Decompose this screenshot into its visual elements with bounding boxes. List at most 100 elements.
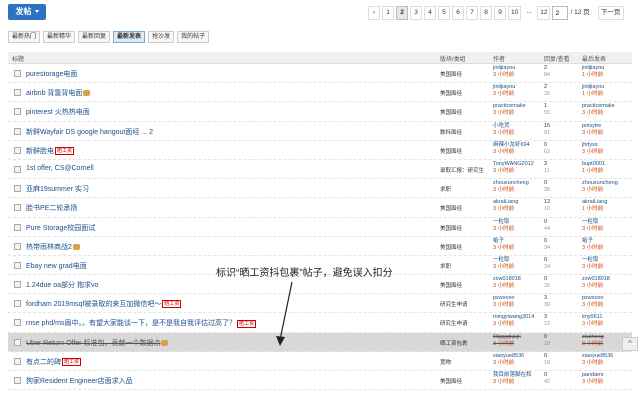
table-row: purestorage电面 美国面经 jinlijiayou 3 小时前 2 84 jinl… xyxy=(8,64,632,84)
last-post[interactable]: 蛤子 3 小时前 xyxy=(582,238,603,252)
last-post[interactable]: pxwxoxo 3 小时前 xyxy=(582,295,603,309)
thread-category[interactable]: 研究生申请 xyxy=(440,319,468,327)
last-post[interactable]: jinlijiayou 1 小时前 xyxy=(582,65,604,79)
tab-5[interactable]: 我的帖子 xyxy=(177,31,210,43)
pager-page-1[interactable]: 1 xyxy=(382,6,394,20)
thread-title-link[interactable]: Pure Storage校园面试 xyxy=(26,223,95,233)
thread-author[interactable]: jinlijiayou 3 小时前 xyxy=(493,65,515,79)
thread-badge: 晒工资 xyxy=(237,319,257,328)
last-post[interactable]: zhouxuncheng 3 小时前 xyxy=(582,180,618,194)
pager-page-3[interactable]: 3 xyxy=(410,6,422,20)
pager-page-4[interactable]: 4 xyxy=(424,6,436,20)
author-name: 小吃货 xyxy=(493,122,510,129)
last-post[interactable]: poisytre 3 小时前 xyxy=(582,123,603,137)
thread-title-link[interactable]: 热带雨林商战2 xyxy=(26,242,80,252)
thread-title-text: purestorage电面 xyxy=(26,71,78,78)
pager-page-5[interactable]: 5 xyxy=(438,6,450,20)
thread-author[interactable]: practicemake 3 小时前 xyxy=(493,103,526,117)
thread-category[interactable]: 美国面经 xyxy=(440,70,462,78)
thread-category[interactable]: 录取汇报：研究生 xyxy=(440,166,484,174)
thread-author[interactable]: 一粒取 3 小时前 xyxy=(493,219,514,233)
last-post[interactable]: jinlijiayou 1 小时前 xyxy=(582,84,604,98)
pager-page-12[interactable]: 12 xyxy=(537,6,551,20)
thread-author[interactable]: 我目前落脚在和 3 小时前 xyxy=(493,372,532,386)
thread-title-link[interactable]: 新鲜脸电 晒工资 xyxy=(26,146,75,156)
thread-title-link[interactable]: pinterest 火热热电面 xyxy=(26,107,90,117)
thread-title-link[interactable]: 狗家Resident Engineer店面求入品 xyxy=(26,376,133,386)
last-post[interactable]: zlczhong 3 小时前 xyxy=(582,334,604,348)
thread-title-link[interactable]: 1.24due oa部分 抱求vo xyxy=(26,280,98,290)
pager-prev-button[interactable]: ‹ xyxy=(368,6,380,20)
thread-title-link[interactable]: purestorage电面 xyxy=(26,69,77,79)
scroll-top-button[interactable]: ^ xyxy=(622,337,638,351)
pager-next-button[interactable]: 下一页 xyxy=(597,6,624,20)
thread-author[interactable]: zhouxuncheng 3 小时前 xyxy=(493,180,529,194)
thread-category[interactable]: 宽物 xyxy=(440,358,451,366)
thread-title-link[interactable]: Uber Return Offer 标准包，贡献一个数据点 xyxy=(26,338,169,348)
last-post[interactable]: jhdyss 3 小时前 xyxy=(582,142,603,156)
thread-category[interactable]: 美国面经 xyxy=(440,147,462,155)
last-post[interactable]: bupt0001 1 小时前 xyxy=(582,161,605,175)
thread-category[interactable]: 数科面经 xyxy=(440,128,462,136)
last-post[interactable]: 一粒取 3 小时前 xyxy=(582,257,603,271)
thread-category[interactable]: 求职 xyxy=(440,185,451,193)
tab-1[interactable]: 最新精华 xyxy=(43,31,76,43)
last-post[interactable]: zxw018018 3 小时前 xyxy=(582,276,610,290)
thread-title-link[interactable]: airbnb 背靠背电面 xyxy=(26,88,91,98)
post-button[interactable]: 发帖 xyxy=(8,4,46,20)
tab-4[interactable]: 抢沙发 xyxy=(148,31,175,43)
thread-author[interactable]: jinlijiayou 3 小时前 xyxy=(493,84,515,98)
last-post[interactable]: pandami 3 小时前 xyxy=(582,372,603,386)
pager-page-10[interactable]: 10 xyxy=(508,6,522,20)
thread-category[interactable]: 美国面经 xyxy=(440,224,462,232)
replies-value: 3 xyxy=(544,295,548,302)
tab-2[interactable]: 最新回复 xyxy=(78,31,111,43)
thread-category[interactable]: 求职 xyxy=(440,262,451,270)
thread-author[interactable]: 麻辣小龙虾694 3 小时前 xyxy=(493,142,530,156)
tab-0[interactable]: 最新热门 xyxy=(8,31,41,43)
thread-author[interactable]: TonyWANG2012 3 小时前 xyxy=(493,161,534,175)
thread-title-link[interactable]: 新鲜Wayfair DS google hangout面经 ... 2 xyxy=(26,127,153,137)
thread-category[interactable]: 美国面经 xyxy=(440,377,462,385)
thread-category[interactable]: 晒工资包裹 xyxy=(440,339,468,347)
last-post[interactable]: akraiLiang 1 小时前 xyxy=(582,199,607,213)
last-post[interactable]: lmy0611 3 小时前 xyxy=(582,314,603,328)
last-post[interactable]: 一粒取 3 小时前 xyxy=(582,219,603,233)
thread-title-link[interactable]: 1st offer, CS@Cornell xyxy=(26,165,94,172)
thread-category[interactable]: 美国面经 xyxy=(440,204,462,212)
thread-author[interactable]: 小吃货 3 小时前 xyxy=(493,123,514,137)
last-post[interactable]: xiaoyue8536 3 小时前 xyxy=(582,353,613,367)
thread-author[interactable]: xiaoyue8536 3 小时前 xyxy=(493,353,524,367)
pager-page-8[interactable]: 8 xyxy=(480,6,492,20)
thread-author[interactable]: 蛤子 3 小时前 xyxy=(493,238,514,252)
replies-value: 15 xyxy=(544,122,551,129)
tab-3[interactable]: 最新发表 xyxy=(113,31,146,43)
thread-list: purestorage电面 美国面经 jinlijiayou 3 小时前 2 84 jinl… xyxy=(8,64,632,391)
thread-title-text: 1st offer, CS@Cornell xyxy=(26,164,94,172)
pager-page-6[interactable]: 6 xyxy=(452,6,464,20)
pager-page-2[interactable]: 2 xyxy=(396,6,408,20)
thread-title-link[interactable]: Ebay new grad电面 xyxy=(26,261,87,271)
views-value: 39 xyxy=(544,302,551,309)
thread-author[interactable]: pxwxoxo 3 小时前 xyxy=(493,295,514,309)
thread-category[interactable]: 美国面经 xyxy=(440,243,462,251)
thread-author[interactable]: llllggggkjsjk 3 小时前 xyxy=(493,334,521,348)
thread-author[interactable]: 一粒取 3 小时前 xyxy=(493,257,514,271)
pager-page-7[interactable]: 7 xyxy=(466,6,478,20)
thread-author[interactable]: mingyiwang3014 3 小时前 xyxy=(493,314,534,328)
thread-author[interactable]: zxw018018 3 小时前 xyxy=(493,276,521,290)
thread-category[interactable]: 美国面经 xyxy=(440,108,462,116)
last-post[interactable]: practicemake 3 小时前 xyxy=(582,103,615,117)
author-name: 蛤子 xyxy=(493,237,505,244)
thread-category[interactable]: 美国面经 xyxy=(440,89,462,97)
page-number-input[interactable] xyxy=(552,6,569,20)
thread-title-link[interactable]: 亚麻19summer 实习 xyxy=(26,184,89,194)
thread-title-link[interactable]: rnse phd/ms眉中。。有望大家能谈一下，是不是我自我评估过高了？ 晒工资 xyxy=(26,318,257,328)
thread-category[interactable]: 美国面经 xyxy=(440,281,462,289)
pager-page-9[interactable]: 9 xyxy=(494,6,506,20)
thread-title-link[interactable]: 有点二的碑 晒工资 xyxy=(26,357,82,367)
thread-category[interactable]: 研究生申请 xyxy=(440,300,468,308)
thread-author[interactable]: akraiLiang 3 小时前 xyxy=(493,199,518,213)
thread-title-link[interactable]: 脸书PE二轮承扬 xyxy=(26,203,77,213)
thread-title-link[interactable]: fordham 2019msqf被录取的来互加微信吧～ 晒工资 xyxy=(26,299,182,309)
